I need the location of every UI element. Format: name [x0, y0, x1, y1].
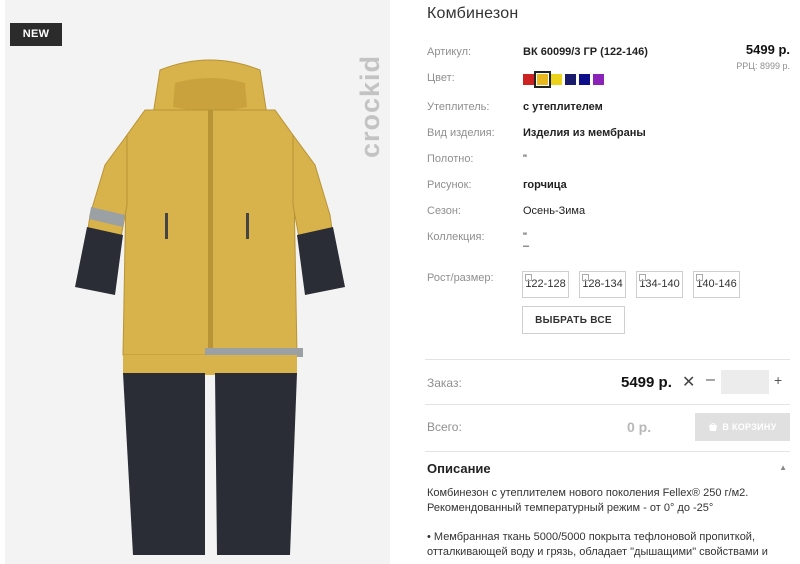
attr-value: Изделия из мембраны [523, 127, 646, 139]
size-option[interactable]: 128-134 [579, 271, 626, 298]
checkbox-icon [639, 274, 646, 281]
color-swatch[interactable] [523, 74, 534, 85]
description-line: • Мембранная ткань 5000/5000 покрыта теф… [427, 531, 756, 543]
checkbox-icon [696, 274, 703, 281]
collapse-icon[interactable]: ▲ [779, 463, 787, 472]
attr-value: ВК 60099/3 ГР (122-146) [523, 46, 648, 58]
attr-label: Артикул: [427, 46, 472, 58]
attr-label: Сезон: [427, 205, 461, 217]
checkbox-icon [525, 274, 532, 281]
jumpsuit-illustration [75, 59, 345, 555]
product-info: Комбинезон 5499 р. РРЦ: 8999 р. Артикул:… [425, 0, 795, 564]
divider [425, 404, 790, 405]
size-option[interactable]: 134-140 [636, 271, 683, 298]
attr-value: горчица [523, 179, 567, 191]
increase-button[interactable]: + [774, 372, 782, 388]
color-swatch-selected[interactable] [534, 71, 551, 88]
color-swatches [523, 71, 604, 88]
remove-icon[interactable]: ✕ [682, 372, 695, 392]
total-label: Всего: [427, 420, 462, 434]
order-label: Заказ: [427, 376, 462, 390]
attr-value: " [523, 153, 527, 165]
order-price: 5499 р. [621, 374, 672, 391]
attr-value: с утеплителем [523, 101, 603, 113]
color-swatch[interactable] [565, 74, 576, 85]
attr-value: Осень-Зима [523, 205, 586, 217]
rrp-price: РРЦ: 8999 р. [736, 61, 790, 71]
select-all-button[interactable]: ВЫБРАТЬ ВСЕ [522, 306, 625, 334]
attr-label: Утеплитель: [427, 101, 490, 113]
description-line: Рекомендованный температурный режим - от… [427, 502, 714, 514]
color-swatch[interactable] [593, 74, 604, 85]
product-image[interactable]: NEW crockid [5, 0, 390, 564]
quantity-input[interactable] [721, 370, 769, 394]
add-to-cart-button[interactable]: В КОРЗИНУ [695, 413, 790, 441]
attr-label: Рисунок: [427, 179, 472, 191]
product-price: 5499 р. [745, 42, 790, 57]
decrease-button[interactable]: – [706, 371, 715, 389]
product-title: Комбинезон [427, 5, 519, 22]
cart-button-label: В КОРЗИНУ [722, 422, 777, 432]
attr-label: Вид изделия: [427, 127, 495, 139]
attr-label: Полотно: [427, 153, 474, 165]
size-option[interactable]: 140-146 [693, 271, 740, 298]
attr-label: Цвет: [427, 72, 455, 84]
color-swatch[interactable] [579, 74, 590, 85]
attr-value-dash: – [523, 240, 530, 252]
new-badge: NEW [10, 23, 62, 46]
description-line: отталкивающей воду и грязь, обладает "ды… [427, 546, 768, 558]
total-value: 0 р. [627, 419, 652, 435]
description-heading[interactable]: Описание [427, 461, 491, 476]
divider [425, 451, 790, 452]
size-option[interactable]: 122-128 [522, 271, 569, 298]
attr-label: Коллекция: [427, 231, 485, 243]
cart-icon [709, 423, 718, 431]
description-line: Комбинезон с утеплителем нового поколени… [427, 487, 749, 499]
size-options: 122-128 128-134 134-140 140-146 [522, 271, 740, 298]
divider [425, 359, 790, 360]
brand-logo-text: crockid [355, 54, 385, 158]
attr-label: Рост/размер: [427, 272, 494, 284]
checkbox-icon [582, 274, 589, 281]
color-swatch[interactable] [551, 74, 562, 85]
